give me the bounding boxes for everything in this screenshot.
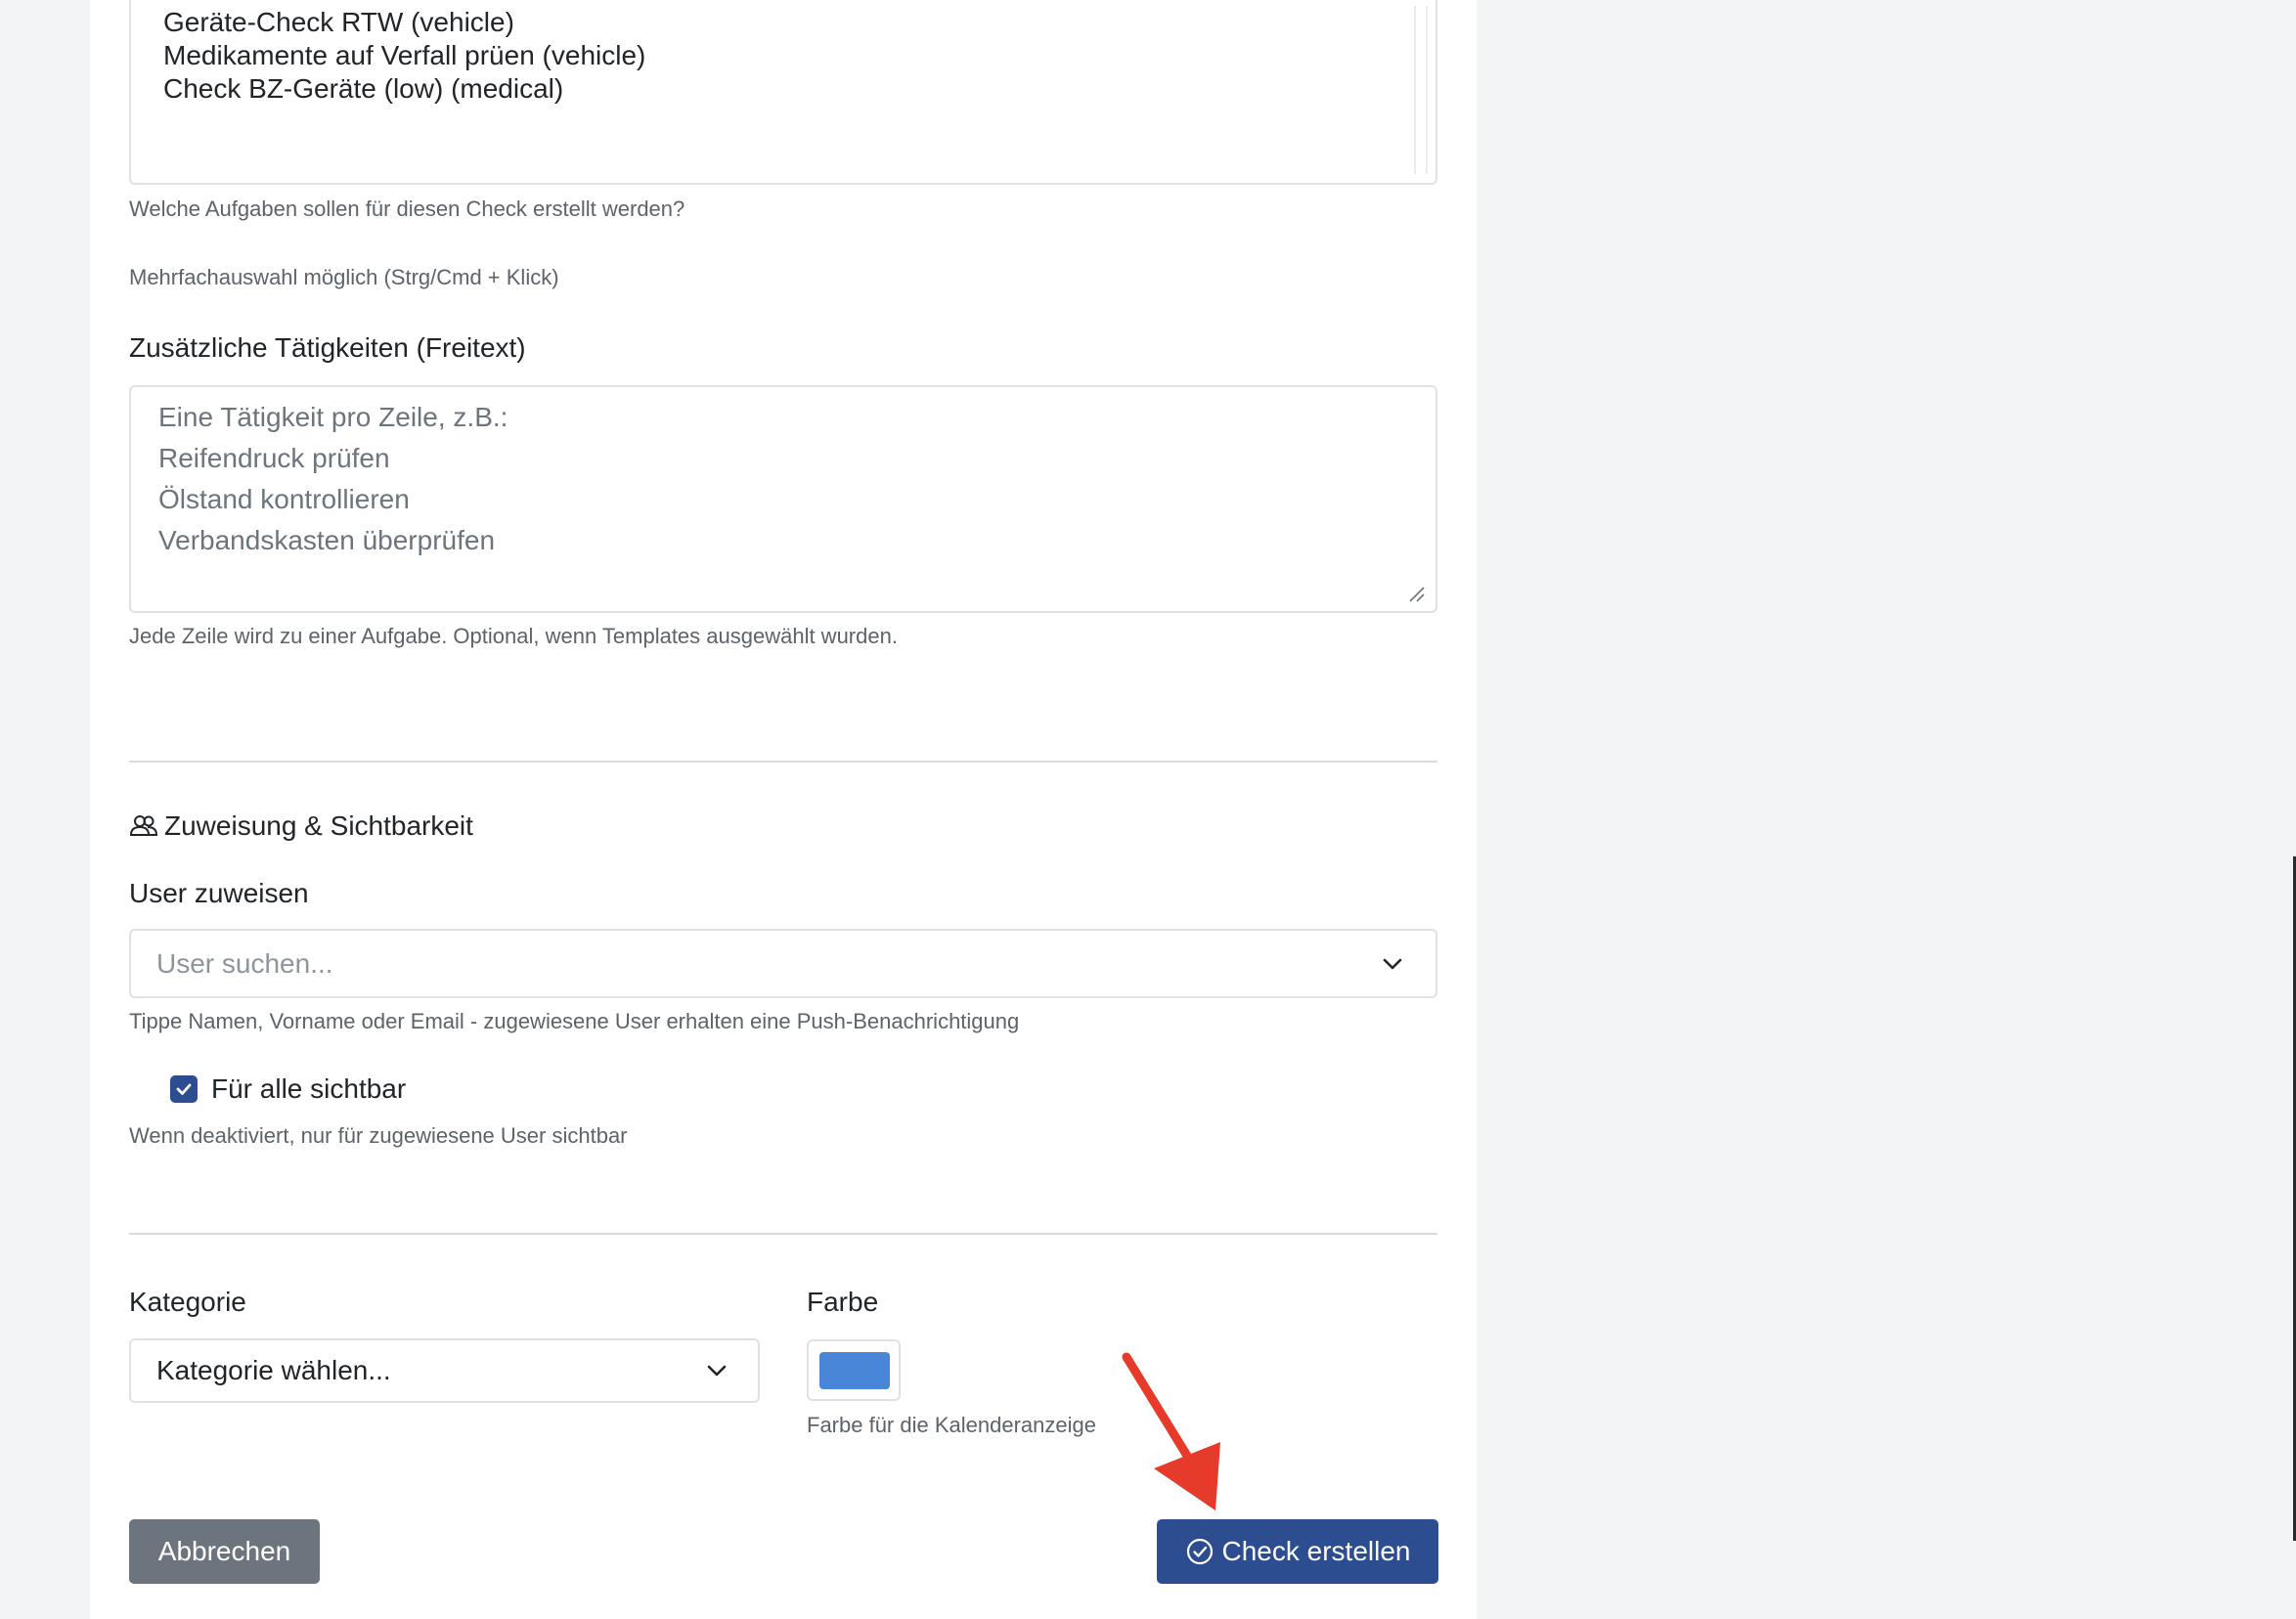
task-template-option[interactable]: Check BZ-Geräte (low) (medical) <box>163 72 563 106</box>
textarea-placeholder-line: Ölstand kontrollieren <box>158 484 410 514</box>
task-template-option[interactable]: Geräte-Check RTW (vehicle) <box>163 6 514 39</box>
chevron-down-icon <box>707 1365 727 1377</box>
category-selected-value: Kategorie wählen... <box>156 1355 391 1385</box>
visible-for-all-checkbox[interactable] <box>170 1075 198 1103</box>
visible-for-all-label[interactable]: Für alle sichtbar <box>211 1072 406 1106</box>
chevron-down-icon <box>1383 958 1402 969</box>
category-label: Kategorie <box>129 1287 246 1317</box>
annotation-arrow-icon <box>1122 1352 1220 1510</box>
section-divider <box>129 1233 1437 1235</box>
task-template-multiselect-hint: Mehrfachauswahl möglich (Strg/Cmd + Klic… <box>129 265 559 289</box>
additional-tasks-textarea[interactable]: Eine Tätigkeit pro Zeile, z.B.: Reifendr… <box>129 385 1437 613</box>
color-help: Farbe für die Kalenderanzeige <box>807 1413 1096 1437</box>
task-template-help: Welche Aufgaben sollen für diesen Check … <box>129 197 685 221</box>
multiselect-scrollbar[interactable] <box>1414 6 1428 174</box>
create-check-button[interactable]: Check erstellen <box>1157 1519 1438 1584</box>
color-swatch <box>819 1352 890 1389</box>
section-title-text: Zuweisung & Sichtbarkeit <box>164 810 473 841</box>
assignment-section-title: Zuweisung & Sichtbarkeit <box>129 810 473 843</box>
user-search-help: Tippe Namen, Vorname oder Email - zugewi… <box>129 1009 1020 1033</box>
user-search-placeholder: User suchen... <box>156 947 333 979</box>
visible-for-all-help: Wenn deaktiviert, nur für zugewiesene Us… <box>129 1123 628 1148</box>
check-circle-icon <box>1186 1538 1213 1565</box>
assign-user-label: User zuweisen <box>129 878 309 908</box>
user-search-select[interactable]: User suchen... <box>129 929 1437 998</box>
textarea-placeholder-line: Reifendruck prüfen <box>158 443 390 473</box>
cancel-button-label: Abbrechen <box>157 1536 291 1566</box>
checkmark-icon <box>176 1083 192 1095</box>
resize-handle-icon[interactable] <box>1408 586 1426 603</box>
color-label: Farbe <box>807 1287 879 1317</box>
users-icon <box>129 815 158 836</box>
create-check-button-label: Check erstellen <box>1221 1536 1411 1566</box>
category-select[interactable]: Kategorie wählen... <box>129 1338 760 1403</box>
section-divider <box>129 761 1437 763</box>
color-picker-input[interactable] <box>807 1339 901 1401</box>
task-template-multiselect[interactable]: Geräte-Check RTW (vehicle) Medikamente a… <box>129 0 1437 185</box>
textarea-placeholder-line: Eine Tätigkeit pro Zeile, z.B.: <box>158 402 508 432</box>
cancel-button[interactable]: Abbrechen <box>129 1519 320 1584</box>
textarea-placeholder-line: Verbandskasten überprüfen <box>158 525 496 555</box>
additional-tasks-label: Zusätzliche Tätigkeiten (Freitext) <box>129 332 526 363</box>
task-template-option[interactable]: Medikamente auf Verfall prüen (vehicle) <box>163 39 645 72</box>
additional-tasks-help: Jede Zeile wird zu einer Aufgabe. Option… <box>129 624 898 648</box>
